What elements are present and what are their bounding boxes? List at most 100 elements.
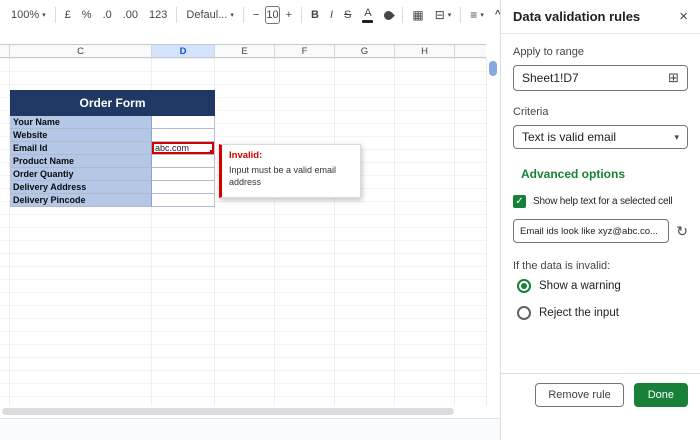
horizontal-align-button[interactable]: ≡ ▾ xyxy=(465,6,489,24)
checkbox-checked-icon[interactable]: ✓ xyxy=(513,195,526,208)
sidebar-title: Data validation rules xyxy=(513,9,640,24)
font-family-value: Defaul... xyxy=(186,10,227,21)
spreadsheet-grid[interactable]: Order Form Your Name Website Email Id ab… xyxy=(0,58,486,406)
form-label-cell[interactable]: Email Id xyxy=(10,142,152,154)
vertical-scrollbar-thumb[interactable] xyxy=(489,61,497,76)
column-header-c[interactable]: C xyxy=(10,45,152,57)
increase-font-size-button[interactable]: + xyxy=(281,7,297,24)
column-header-partial[interactable] xyxy=(455,45,486,57)
show-help-text-label: Show help text for a selected cell xyxy=(533,196,672,207)
order-form-table: Order Form Your Name Website Email Id ab… xyxy=(10,90,215,207)
select-data-range-icon[interactable]: ⊞ xyxy=(668,70,679,86)
font-family-select[interactable]: Defaul... ▾ xyxy=(181,7,238,24)
number-format-button[interactable]: 123 xyxy=(144,7,172,24)
radio-unselected-icon[interactable] xyxy=(517,306,531,320)
advanced-options-link[interactable]: Advanced options xyxy=(513,167,688,181)
google-sheets-app: 100% ▾ £ % .0 .00 123 Defaul... ▾ − 10 +… xyxy=(0,0,700,440)
horizontal-scrollbar-thumb[interactable] xyxy=(2,408,454,415)
text-color-button[interactable]: A xyxy=(357,6,378,25)
merge-cells-icon: ⊟ xyxy=(435,9,445,21)
font-size-input[interactable]: 10 xyxy=(265,6,279,24)
chevron-down-icon: ▾ xyxy=(674,132,679,143)
warning-title: Invalid: xyxy=(229,150,353,161)
toolbar-divider xyxy=(301,7,302,23)
sidebar-body: Apply to range Sheet1!D7 ⊞ Criteria Text… xyxy=(501,34,700,320)
toolbar: 100% ▾ £ % .0 .00 123 Defaul... ▾ − 10 +… xyxy=(0,0,486,30)
column-header-f[interactable]: F xyxy=(275,45,335,57)
horizontal-scrollbar[interactable] xyxy=(0,406,486,417)
criteria-select[interactable]: Text is valid email ▾ xyxy=(513,125,688,149)
form-value-cell[interactable] xyxy=(152,129,215,141)
remove-rule-button[interactable]: Remove rule xyxy=(535,383,623,407)
fill-color-button[interactable] xyxy=(379,8,398,23)
merge-cells-button[interactable]: ⊟ ▾ xyxy=(430,6,457,24)
strikethrough-button[interactable]: S xyxy=(339,7,356,24)
help-text-input[interactable]: Email ids look like xyz@abc.co... xyxy=(513,219,669,243)
zoom-select[interactable]: 100% ▾ xyxy=(6,7,51,24)
column-header-partial[interactable] xyxy=(0,45,10,57)
column-header-g[interactable]: G xyxy=(335,45,395,57)
selected-cell-d7[interactable]: abc.com xyxy=(152,142,215,154)
gridline xyxy=(274,58,275,406)
radio-reject-input[interactable]: Reject the input xyxy=(513,306,688,320)
currency-format-button[interactable]: £ xyxy=(60,7,76,24)
reset-icon[interactable]: ↻ xyxy=(676,223,688,240)
form-value-cell[interactable] xyxy=(152,116,215,128)
gridline xyxy=(394,58,395,406)
criteria-label: Criteria xyxy=(513,106,688,118)
form-label-cell[interactable]: Order Quantiy xyxy=(10,168,152,180)
align-icon: ≡ xyxy=(470,9,477,21)
toolbar-divider xyxy=(460,7,461,23)
table-row: Order Quantiy xyxy=(10,168,215,181)
column-header-h[interactable]: H xyxy=(395,45,455,57)
radio-selected-icon[interactable] xyxy=(517,279,531,293)
radio-show-warning[interactable]: Show a warning xyxy=(513,279,688,293)
column-header-e[interactable]: E xyxy=(215,45,275,57)
form-value-cell[interactable] xyxy=(152,194,215,206)
borders-button[interactable]: ▦ xyxy=(407,6,428,24)
chevron-down-icon: ▾ xyxy=(480,12,484,19)
decrease-decimal-button[interactable]: .0 xyxy=(98,7,117,24)
toolbar-divider xyxy=(402,7,403,23)
increase-decimal-button[interactable]: .00 xyxy=(118,7,143,24)
show-help-text-checkbox-row[interactable]: ✓ Show help text for a selected cell xyxy=(513,195,688,208)
sheet-tab-bar xyxy=(0,418,500,440)
fill-color-icon xyxy=(383,9,396,22)
bold-button[interactable]: B xyxy=(306,7,324,24)
radio-show-warning-label: Show a warning xyxy=(539,280,621,292)
italic-button[interactable]: I xyxy=(325,7,338,24)
range-input[interactable]: Sheet1!D7 ⊞ xyxy=(513,65,688,91)
chevron-down-icon: ▾ xyxy=(448,12,452,19)
invalid-section-label: If the data is invalid: xyxy=(513,260,688,272)
toolbar-divider xyxy=(55,7,56,23)
form-value-cell[interactable] xyxy=(152,155,215,167)
form-label-cell[interactable]: Website xyxy=(10,129,152,141)
cell-value: abc.com xyxy=(155,143,189,153)
form-label-cell[interactable]: Delivery Pincode xyxy=(10,194,152,206)
vertical-scrollbar[interactable] xyxy=(486,58,499,406)
zoom-value: 100% xyxy=(11,10,39,21)
chevron-down-icon: ▾ xyxy=(230,12,234,19)
percent-format-button[interactable]: % xyxy=(77,7,97,24)
form-value-cell[interactable] xyxy=(152,181,215,193)
decrease-font-size-button[interactable]: − xyxy=(248,7,264,24)
form-label-cell[interactable]: Delivery Address xyxy=(10,181,152,193)
form-label-cell[interactable]: Your Name xyxy=(10,116,152,128)
sidebar-header: Data validation rules × xyxy=(501,0,700,34)
range-value: Sheet1!D7 xyxy=(522,71,579,85)
form-value-cell[interactable] xyxy=(152,168,215,180)
toolbar-divider xyxy=(243,7,244,23)
table-row: Delivery Pincode xyxy=(10,194,215,207)
table-row: Delivery Address xyxy=(10,181,215,194)
table-row: Your Name xyxy=(10,116,215,129)
table-row: Email Id abc.com xyxy=(10,142,215,155)
fill-handle[interactable] xyxy=(210,150,214,154)
column-header-d[interactable]: D xyxy=(152,45,215,57)
form-label-cell[interactable]: Product Name xyxy=(10,155,152,167)
chevron-down-icon: ▾ xyxy=(42,12,46,19)
done-button[interactable]: Done xyxy=(634,383,688,407)
sidebar-footer: Remove rule Done xyxy=(501,373,700,407)
close-icon[interactable]: × xyxy=(679,8,688,25)
apply-to-range-label: Apply to range xyxy=(513,46,688,58)
form-title-cell[interactable]: Order Form xyxy=(10,90,215,116)
